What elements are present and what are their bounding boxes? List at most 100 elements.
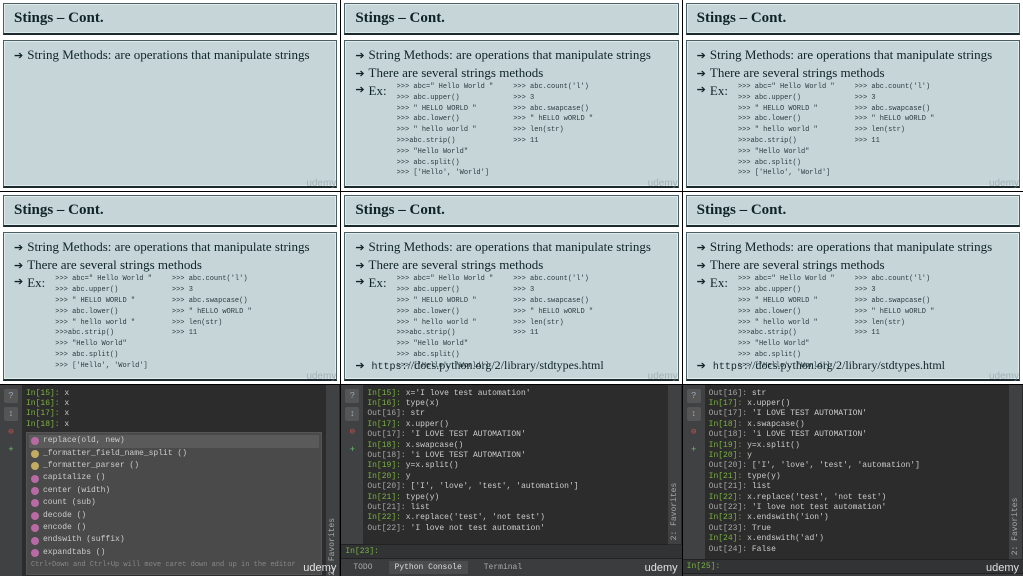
tab-terminal[interactable]: Terminal [478,561,528,574]
code-line: >>> 3 [855,94,935,104]
bullet-several: There are several strings methods [710,65,885,81]
code-line: >>> len(str) [855,126,935,136]
ide-console[interactable]: Out[16]: strIn[17]: x.upper()Out[17]: 'I… [705,385,1009,559]
ide-console[interactable]: In[15]: x='I love test automation'In[16]… [363,385,667,544]
code-line: >>> abc.count('l') [172,275,252,285]
console-line: Out[20]: ['I', 'love', 'test', 'automati… [709,461,1005,471]
code-line: >>> len(str) [513,319,593,329]
bullet-arrow-icon: ➔ [355,241,364,254]
code-example: >>> abc=" Hello World ">>> abc.upper()>>… [55,275,251,372]
code-line: >>> abc.lower() [738,115,835,125]
console-line: Out[21]: list [709,482,1005,492]
console-input[interactable]: In[25]: [683,559,1023,573]
favorites-tab[interactable]: 2: Favorites [1009,385,1023,559]
tab-todo[interactable]: TODO [347,561,378,574]
slide-title: Stings – Cont. [686,3,1020,35]
console-line: In[18]: x.swapcase() [367,441,663,451]
slide-body: ➔ String Methods: are operations that man… [344,232,678,380]
bullet-arrow-icon: ➔ [697,49,706,62]
code-line: >>> 11 [513,137,593,147]
console-line: Out[17]: 'I LOVE TEST AUTOMATION' [367,430,663,440]
console-line: Out[23]: True [709,524,1005,534]
completion-popup[interactable]: replace(old, new)_formatter_field_name_s… [26,432,322,575]
completion-item[interactable]: _formatter_field_name_split () [29,448,319,460]
add-icon[interactable]: + [687,443,701,457]
console-line: Out[18]: 'i LOVE TEST AUTOMATION' [367,451,663,461]
bullet-arrow-icon: ➔ [355,259,364,272]
code-line: >>> abc.lower() [397,115,494,125]
ide-gutter: ? ↕ ⊖ + [0,385,22,576]
favorites-tab[interactable]: 2: Favorites [668,385,682,544]
code-line: >>> 11 [855,137,935,147]
code-right-col: >>> abc.count('l')>>> 3>>> abc.swapcase(… [513,83,593,180]
tab-console[interactable]: Python Console [389,561,468,574]
console-line: In[18]: x.swapcase() [709,420,1005,430]
bullet-methods: String Methods: are operations that mani… [369,239,651,255]
slide-strings-c: Stings – Cont. ➔String Methods: are oper… [683,0,1023,191]
ide-bottom-bar: TODO Python Console Terminal [341,558,681,576]
collapse-icon[interactable]: ↕ [687,407,701,421]
code-line: >>> abc.upper() [738,286,835,296]
help-icon[interactable]: ? [687,389,701,403]
code-line: >>> ['Hello', 'World'] [738,169,835,179]
code-line: >>> abc.split() [738,159,835,169]
stop-icon[interactable]: ⊖ [345,425,359,439]
console-line: In[19]: y=x.split() [367,461,663,471]
console-line: Out[17]: 'I LOVE TEST AUTOMATION' [709,409,1005,419]
code-line: >>> " HELLO WORLD " [397,105,494,115]
console-line: In[18]: x [26,420,322,430]
code-line: >>> abc.split() [397,159,494,169]
bullet-arrow-icon: ➔ [355,275,364,288]
code-line: >>>abc.strip() [738,329,835,339]
bullet-several: There are several strings methods [27,257,202,273]
code-line: >>>abc.strip() [738,137,835,147]
add-icon[interactable]: + [345,443,359,457]
add-icon[interactable]: + [4,443,18,457]
completion-tip: Ctrl+Down and Ctrl+Up will move caret do… [29,559,319,572]
completion-item[interactable]: capitalize () [29,472,319,484]
code-line: >>> ['Hello', 'World'] [55,362,152,372]
code-line: >>> 11 [172,329,252,339]
slide-body: ➔String Methods: are operations that man… [3,232,337,380]
slide-title: Stings – Cont. [3,3,337,35]
completion-item[interactable]: decode () [29,510,319,522]
completion-item[interactable]: endswith (suffix) [29,534,319,546]
code-line: >>> " hELLO wORLD " [172,308,252,318]
code-line: >>> " HELLO WORLD " [397,297,494,307]
example-label: Ex: [369,275,387,291]
favorites-tab[interactable]: 2: Favorites [326,385,340,576]
completion-item[interactable]: _formatter_parser () [29,460,319,472]
completion-item[interactable]: center (width) [29,485,319,497]
completion-item[interactable]: replace(old, new) [29,435,319,447]
code-line: >>> len(str) [855,319,935,329]
console-line: In[15]: x [26,389,322,399]
stop-icon[interactable]: ⊖ [4,425,18,439]
collapse-icon[interactable]: ↕ [345,407,359,421]
bullet-arrow-icon: ➔ [14,275,23,288]
console-line: In[17]: x.upper() [709,399,1005,409]
completion-item[interactable]: expandtabs () [29,547,319,559]
code-line: >>> len(str) [513,126,593,136]
code-line: >>> ['Hello', 'World'] [397,169,494,179]
bullet-methods: String Methods: are operations that mani… [369,47,651,63]
ide-console[interactable]: In[15]: xIn[16]: xIn[17]: xIn[18]: xrepl… [22,385,326,576]
code-line: >>> abc=" Hello World " [738,83,835,93]
code-line: >>> " hello world " [397,126,494,136]
stop-icon[interactable]: ⊖ [687,425,701,439]
console-line: Out[22]: 'I love not test automation' [367,524,663,534]
code-line: >>> abc=" Hello World " [397,83,494,93]
console-input[interactable]: In[23]: [341,544,681,558]
help-icon[interactable]: ? [345,389,359,403]
slide-strings-f: Stings – Cont. ➔String Methods: are oper… [683,192,1023,383]
console-line: In[16]: x [26,399,322,409]
completion-item[interactable]: count (sub) [29,497,319,509]
code-line: >>> 3 [513,94,593,104]
bullet-arrow-icon: ➔ [355,67,364,80]
bullet-arrow-icon: ➔ [697,259,706,272]
code-line: >>> 11 [855,329,935,339]
slide-strings-d: Stings – Cont. ➔String Methods: are oper… [0,192,340,383]
code-line: >>> abc.swapcase() [855,105,935,115]
completion-item[interactable]: encode () [29,522,319,534]
help-icon[interactable]: ? [4,389,18,403]
collapse-icon[interactable]: ↕ [4,407,18,421]
